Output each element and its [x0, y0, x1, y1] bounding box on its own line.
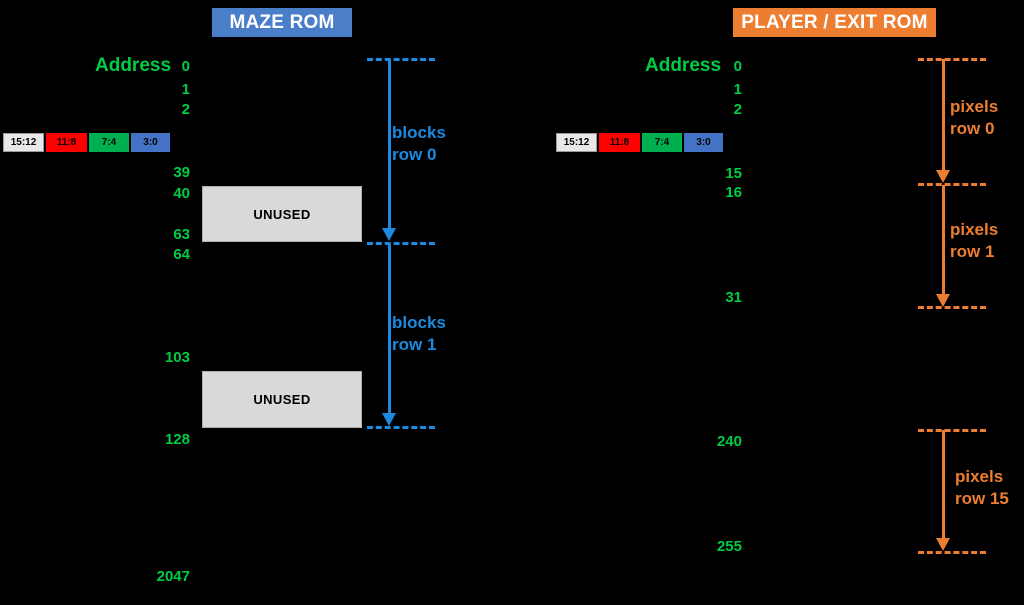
- maze-address-40: 40: [173, 185, 190, 202]
- maze-rom-title-badge: MAZE ROM: [212, 8, 352, 37]
- player-pixels-row15-label: pixels row 15: [955, 466, 1009, 510]
- player-pixels-row1-bottom-dash: [918, 306, 986, 309]
- maze-address-103: 103: [164, 349, 190, 366]
- player-address-16: 16: [725, 184, 742, 201]
- player-pixels-row15-label-line1: pixels: [955, 467, 1004, 486]
- maze-bitfield-11-8: 11:8: [46, 133, 87, 152]
- player-address-2: 2: [733, 101, 742, 118]
- rom-memory-map-diagram: MAZE ROM Address 0 1 2 39 40 63 64 103 1…: [0, 0, 1024, 605]
- player-pixels-row0-bottom-dash: [918, 183, 986, 186]
- player-pixels-row15-bottom-dash: [918, 551, 986, 554]
- player-address-0: 0: [733, 58, 742, 75]
- player-pixels-row0-top-dash: [918, 58, 986, 61]
- player-pixels-row15-top-dash: [918, 429, 986, 432]
- player-address-31: 31: [725, 289, 742, 306]
- player-bitfield-3-0: 3:0: [684, 133, 723, 152]
- maze-blocks-row1-label: blocks row 1: [392, 312, 446, 356]
- maze-address-39: 39: [173, 164, 190, 181]
- player-bitfield-15-12: 15:12: [556, 133, 597, 152]
- maze-blocks-row1-bottom-dash: [367, 426, 435, 429]
- player-pixels-row0-arrow-stem: [942, 59, 945, 172]
- player-address-240: 240: [716, 433, 742, 450]
- maze-blocks-row0-arrow-stem: [388, 59, 391, 231]
- player-pixels-row15-arrow-head: [936, 538, 950, 551]
- player-pixels-row15-label-line2: row 15: [955, 489, 1009, 508]
- player-exit-rom-title-badge: PLAYER / EXIT ROM: [733, 8, 936, 37]
- player-address-15: 15: [725, 165, 742, 182]
- maze-address-2047: 2047: [156, 568, 190, 585]
- maze-blocks-row0-label-line2: row 0: [392, 145, 437, 164]
- maze-address-63: 63: [173, 226, 190, 243]
- player-pixels-row0-label-line2: row 0: [950, 119, 995, 138]
- maze-blocks-row1-arrow-stem: [388, 244, 391, 416]
- player-pixels-row1-arrow-stem: [942, 185, 945, 296]
- player-pixels-row0-label-line1: pixels: [950, 97, 999, 116]
- maze-bitfield-3-0: 3:0: [131, 133, 170, 152]
- player-pixels-row0-arrow-head: [936, 170, 950, 183]
- player-pixels-row1-label-line2: row 1: [950, 242, 995, 261]
- maze-blocks-row0-arrow-head: [382, 228, 396, 241]
- maze-bitfield-7-4: 7:4: [89, 133, 129, 152]
- maze-address-0: 0: [181, 58, 190, 75]
- player-pixels-row1-label-line1: pixels: [950, 220, 999, 239]
- maze-blocks-row0-top-dash: [367, 58, 435, 61]
- maze-address-1: 1: [181, 81, 190, 98]
- player-address-1: 1: [733, 81, 742, 98]
- player-pixels-row0-label: pixels row 0: [950, 96, 998, 140]
- maze-address-128: 128: [164, 431, 190, 448]
- player-address-255: 255: [716, 538, 742, 555]
- player-bitfield-7-4: 7:4: [642, 133, 682, 152]
- player-pixels-row1-label: pixels row 1: [950, 219, 998, 263]
- maze-blocks-row0-label-line1: blocks: [392, 123, 446, 142]
- player-pixels-row15-arrow-stem: [942, 430, 945, 540]
- maze-unused-block-1: UNUSED: [202, 186, 362, 242]
- player-bitfield-legend: 15:12 11:8 7:4 3:0: [556, 133, 723, 152]
- maze-bitfield-legend: 15:12 11:8 7:4 3:0: [3, 133, 170, 152]
- maze-blocks-row0-bottom-dash: [367, 242, 435, 245]
- maze-blocks-row1-label-line2: row 1: [392, 335, 437, 354]
- maze-blocks-row0-label: blocks row 0: [392, 122, 446, 166]
- maze-unused-block-2: UNUSED: [202, 371, 362, 428]
- maze-bitfield-15-12: 15:12: [3, 133, 44, 152]
- player-bitfield-11-8: 11:8: [599, 133, 640, 152]
- maze-address-2: 2: [181, 101, 190, 118]
- maze-blocks-row1-arrow-head: [382, 413, 396, 426]
- maze-blocks-row1-label-line1: blocks: [392, 313, 446, 332]
- maze-address-64: 64: [173, 246, 190, 263]
